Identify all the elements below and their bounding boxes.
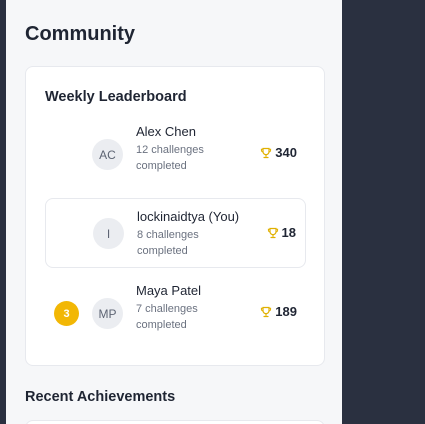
user-name: Maya Patel xyxy=(136,283,202,298)
score: 340 xyxy=(260,145,297,160)
avatar: MP xyxy=(92,298,123,329)
score-value: 18 xyxy=(281,225,296,240)
leaderboard-row-you[interactable]: I lockinaidtya (You) 8 challenges comple… xyxy=(45,198,306,268)
user-name: Alex Chen xyxy=(136,124,196,139)
community-panel: Community Weekly Leaderboard AC Alex Che… xyxy=(6,0,342,424)
trophy-icon xyxy=(261,147,272,158)
recent-achievements-title: Recent Achievements xyxy=(25,389,176,405)
avatar: AC xyxy=(92,139,123,170)
score: 18 xyxy=(267,225,296,240)
challenges-count: 8 challenges completed xyxy=(137,229,199,257)
score-value: 340 xyxy=(275,145,297,160)
challenges-count: 7 challenges completed xyxy=(136,303,198,331)
leaderboard-row[interactable]: 3 MP Maya Patel 7 challenges completed 1… xyxy=(45,278,306,348)
trophy-icon xyxy=(267,227,278,238)
user-name: lockinaidtya (You) xyxy=(137,209,240,224)
score-value: 189 xyxy=(275,304,297,319)
main-area-background xyxy=(342,0,425,424)
score: 189 xyxy=(260,304,297,319)
leaderboard-row[interactable]: AC Alex Chen 12 challenges completed 340 xyxy=(45,119,306,189)
challenges-count: 12 challenges completed xyxy=(136,144,204,172)
trophy-icon xyxy=(261,306,272,317)
leaderboard-title: Weekly Leaderboard xyxy=(45,89,187,105)
rank-badge: 3 xyxy=(54,301,79,326)
leaderboard-card: Weekly Leaderboard AC Alex Chen 12 chall… xyxy=(25,66,325,366)
community-title: Community xyxy=(25,23,135,45)
avatar: I xyxy=(93,218,124,249)
achievements-card xyxy=(25,420,325,424)
